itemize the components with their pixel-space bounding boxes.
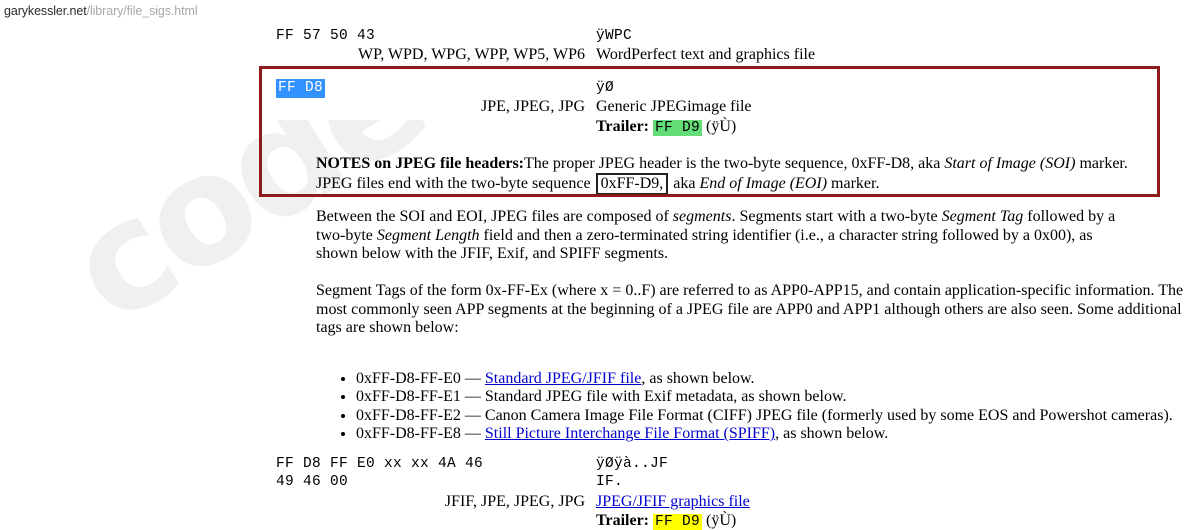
- notes-line2-text-c: marker.: [827, 175, 880, 192]
- notes-line-1: NOTES on JPEG file headers:The proper JP…: [316, 154, 1146, 173]
- wordperfect-extensions: WP, WPD, WPG, WPP, WP5, WP6: [357, 46, 585, 63]
- paragraph-segments: Between the SOI and EOI, JPEG files are …: [316, 208, 1118, 264]
- jpeg-trailer-line: Trailer: FF D9 (ÿÙ): [596, 118, 736, 136]
- notes-block: NOTES on JPEG file headers:The proper JP…: [316, 154, 1146, 195]
- jfif-trailer-line: Trailer: FF D9 (ÿÙ): [596, 512, 736, 530]
- jfif-trailer-label: Trailer:: [596, 512, 650, 529]
- notes-line1-text-a: The proper JPEG header is the two-byte s…: [524, 155, 945, 172]
- bullet-1-prefix: 0xFF-D8-FF-E1 — Standard JPEG file with …: [356, 388, 847, 406]
- notes-line-2: JPEG files end with the two-byte sequenc…: [316, 173, 1146, 195]
- jpeg-hex-highlighted: FF D8: [276, 79, 326, 98]
- link-spiff-file-format[interactable]: Still Picture Interchange File Format (S…: [485, 425, 775, 442]
- segments-italic-segment-length: Segment Length: [376, 226, 480, 244]
- jpeg-trailer-ascii: (ÿÙ): [706, 118, 737, 135]
- notes-soi-italic: Start of Image (SOI): [944, 155, 1076, 172]
- signature-row-wordperfect: FF 57 50 43 ÿWPC WP, WPD, WPG, WPP, WP5,…: [0, 28, 1189, 64]
- page-content: FF 57 50 43 ÿWPC WP, WPD, WPG, WPP, WP5,…: [0, 0, 1189, 530]
- segments-italic-segment-tag: Segment Tag: [941, 208, 1024, 225]
- jfif-ascii-line-1: ÿØÿà..JF: [596, 456, 669, 472]
- jfif-hex-line-1: FF D8 FF E0 xx xx 4A 46: [276, 456, 484, 472]
- list-item: 0xFF-D8-FF-E0 — Standard JPEG/JFIF file,…: [356, 370, 1189, 388]
- jpeg-trailer-label: Trailer:: [596, 118, 650, 135]
- signature-row-jfif: FF D8 FF E0 xx xx 4A 46 ÿØÿà..JF 49 46 0…: [0, 456, 1189, 530]
- bullet-0-suffix: , as shown below.: [641, 370, 755, 387]
- notes-eoi-italic-underlined: End of Image (EOI): [699, 175, 828, 192]
- notes-line2-text-b: aka: [673, 175, 700, 192]
- jfif-trailer-ascii: (ÿÙ): [706, 512, 737, 529]
- wordperfect-description: WordPerfect text and graphics file: [596, 46, 816, 63]
- jfif-trailer-hex: FF D9: [653, 514, 703, 530]
- link-standard-jpeg-jfif-file[interactable]: Standard JPEG/JFIF file: [485, 370, 641, 387]
- jpeg-description: Generic JPEGimage file: [596, 98, 752, 115]
- jpeg-trailer-hex: FF D9: [653, 120, 703, 136]
- boxed-hex-ffd9: 0xFF-D9,: [595, 173, 669, 195]
- notes-line1-text-b: marker.: [1075, 155, 1128, 172]
- wordperfect-hex: FF 57 50 43: [276, 28, 376, 44]
- list-item: 0xFF-D8-FF-E8 — Still Picture Interchang…: [356, 425, 1189, 443]
- bullet-0-prefix: 0xFF-D8-FF-E0 —: [356, 370, 485, 387]
- list-item: 0xFF-D8-FF-E2 — Canon Camera Image File …: [356, 407, 1189, 425]
- list-item: 0xFF-D8-FF-E1 — Standard JPEG file with …: [356, 388, 1189, 406]
- jfif-hex-line-2: 49 46 00: [276, 474, 349, 490]
- jfif-description: JPEG/JFIF graphics file: [596, 493, 750, 511]
- segments-text-b: . Segments start with a two-byte: [731, 208, 942, 225]
- link-jpeg-jfif-graphics-file[interactable]: JPEG/JFIF graphics file: [596, 493, 750, 510]
- jfif-extensions: JFIF, JPE, JPEG, JPG: [444, 493, 585, 510]
- jpeg-hex-selection: FF D8: [276, 79, 326, 98]
- paragraph-segment-tags: Segment Tags of the form 0x-FF-Ex (where…: [316, 282, 1184, 336]
- signature-row-jpeg-generic: FF D8 ÿØ JPE, JPEG, JPG Generic JPEGimag…: [0, 79, 1189, 138]
- notes-heading: NOTES on JPEG file headers:: [316, 155, 525, 172]
- segments-text-a: Between the SOI and EOI, JPEG files are …: [316, 208, 673, 225]
- bullet-list-app-segments: 0xFF-D8-FF-E0 — Standard JPEG/JFIF file,…: [338, 370, 1189, 444]
- bullet-3-prefix: 0xFF-D8-FF-E8 —: [356, 425, 485, 443]
- notes-line2-text-a: JPEG files end with the two-byte sequenc…: [316, 175, 591, 192]
- wordperfect-ascii: ÿWPC: [596, 28, 633, 44]
- bullet-2-prefix: 0xFF-D8-FF-E2 — Canon Camera Image File …: [356, 406, 1173, 424]
- segments-italic-segments: segments: [672, 208, 732, 225]
- jpeg-extensions: JPE, JPEG, JPG: [480, 98, 585, 115]
- bullet-3-suffix: , as shown below.: [775, 425, 889, 443]
- jpeg-ascii: ÿØ: [596, 80, 615, 96]
- jfif-ascii-line-2: IF.: [596, 474, 624, 490]
